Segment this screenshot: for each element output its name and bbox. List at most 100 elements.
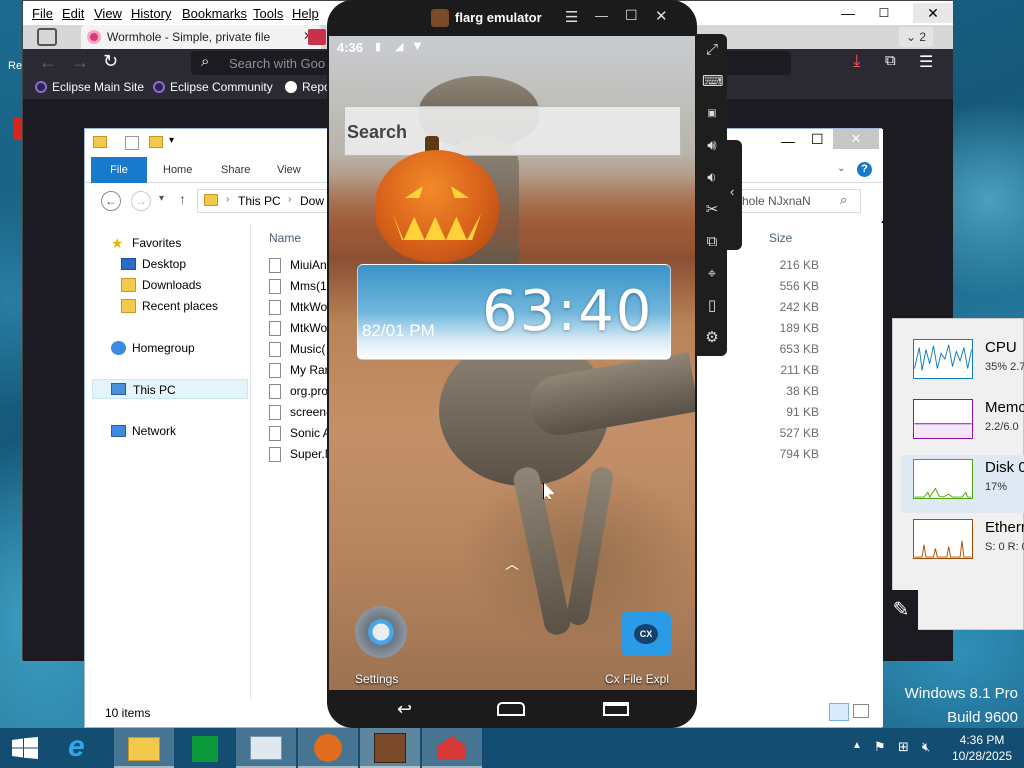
taskbar-wormhole[interactable] — [422, 728, 482, 768]
network-tray-icon[interactable]: ⊞ — [898, 739, 909, 755]
fullscreen-icon[interactable]: ⤢ — [702, 40, 722, 60]
clock-widget[interactable]: 63:40 82/01 PM — [357, 264, 671, 360]
column-header-name[interactable]: Name — [269, 231, 301, 245]
action-center-icon[interactable]: ⚑ — [874, 739, 886, 755]
taskbar-file-explorer[interactable] — [114, 728, 174, 768]
ribbon-tab-view[interactable]: View — [265, 157, 313, 183]
desktop-shortcut-icon[interactable] — [14, 118, 22, 140]
taskbar-clock[interactable]: 4:36 PM 10/28/2025 — [948, 732, 1016, 764]
tm-row-cpu[interactable]: CPU 35% 2.7 — [901, 335, 1024, 393]
explorer-search-box[interactable]: hole NJxnaN ⌕ — [735, 189, 861, 213]
android-screen[interactable]: 4:36 ▮ ◢ ▼ Search 63:40 82/01 PM ︿ Setti… — [329, 36, 695, 690]
app-settings[interactable]: Settings — [347, 602, 417, 690]
apk-install-icon[interactable]: ▣ — [702, 104, 722, 124]
show-hidden-icons-icon[interactable]: ▲ — [852, 740, 862, 751]
nav-homegroup[interactable]: Homegroup — [85, 338, 249, 358]
help-icon[interactable]: ? — [857, 162, 872, 177]
new-folder-icon[interactable] — [149, 136, 163, 148]
reload-icon[interactable]: ↻ — [103, 51, 118, 72]
taskbar-flarg-emulator[interactable] — [360, 728, 420, 768]
explorer-minimize-icon[interactable]: — — [781, 133, 795, 149]
tab-overview-icon[interactable] — [37, 28, 57, 46]
nav-desktop[interactable]: Desktop — [85, 254, 249, 274]
app-menu-icon[interactable]: ☰ — [919, 52, 933, 72]
keyboard-icon[interactable]: ⌨ — [702, 72, 724, 92]
up-icon[interactable]: ↑ — [179, 191, 186, 207]
nav-downloads[interactable]: Downloads — [85, 275, 249, 295]
screenshot-cut-icon[interactable]: ✂ — [702, 200, 722, 220]
menu-view[interactable]: View — [94, 6, 122, 21]
recent-locations-icon[interactable]: ▾ — [159, 193, 164, 204]
properties-icon[interactable] — [125, 136, 139, 150]
pdf-tab-icon[interactable] — [308, 29, 326, 45]
app-cx-file-explorer[interactable]: CX Cx File Expl — [599, 602, 695, 690]
volume-muted-icon[interactable]: 🔇︎ — [922, 739, 930, 755]
breadcrumb-thispc[interactable]: This PC — [238, 194, 281, 208]
nav-favorites[interactable]: ★ Favorites — [85, 233, 249, 253]
android-back-icon[interactable]: ↩ — [397, 699, 412, 720]
pumpkin-widget[interactable] — [375, 136, 499, 262]
nav-recent-places[interactable]: Recent places — [85, 296, 249, 316]
address-bar[interactable]: › This PC › Dow — [197, 189, 337, 213]
explorer-forward-icon[interactable]: → — [131, 191, 151, 211]
menu-bookmarks[interactable]: Bookmarks — [182, 6, 247, 21]
cx-file-explorer-icon: CX — [621, 612, 671, 656]
emulator-menu-icon[interactable]: ☰ — [565, 8, 578, 26]
wormhole-app-icon — [438, 736, 466, 760]
ribbon-tab-share[interactable]: Share — [209, 157, 262, 183]
column-header-size[interactable]: Size — [769, 231, 792, 245]
tm-row-disk[interactable]: Disk 0 17% — [901, 455, 1024, 513]
edit-pencil-icon[interactable]: ✎ — [884, 590, 918, 630]
ribbon-tab-home[interactable]: Home — [151, 157, 204, 183]
download-icon[interactable]: ⤓ — [853, 51, 861, 71]
bookmark-eclipse-community[interactable]: Eclipse Community — [153, 80, 273, 94]
forward-icon[interactable]: → — [71, 52, 89, 73]
back-icon[interactable]: ← — [39, 52, 57, 73]
menu-help[interactable]: Help — [292, 6, 319, 21]
shake-icon[interactable]: ▯ — [702, 296, 722, 316]
qat-dropdown-icon[interactable]: ▾ — [169, 135, 174, 146]
emulator-maximize-icon[interactable]: ☐ — [625, 7, 638, 24]
menu-tools[interactable]: Tools — [253, 6, 283, 21]
tm-row-memory[interactable]: Memo 2.2/6.0 — [901, 395, 1024, 453]
maximize-icon[interactable]: ☐ — [869, 3, 899, 23]
tab-list-button[interactable]: ⌄ 2 — [899, 27, 933, 47]
multi-instance-icon[interactable]: ⧉ — [702, 232, 722, 252]
android-recents-icon[interactable] — [603, 702, 629, 716]
details-view-icon[interactable] — [829, 703, 849, 721]
explorer-close-icon[interactable]: ✕ — [833, 129, 879, 149]
nav-network[interactable]: Network — [85, 421, 249, 441]
bookmark-eclipse-main[interactable]: Eclipse Main Site — [35, 80, 144, 94]
tm-row-ethernet[interactable]: Ethern S: 0 R: 0 — [901, 515, 1024, 573]
large-icons-view-icon[interactable] — [853, 704, 869, 718]
taskbar-pumpkin-app[interactable] — [298, 728, 358, 768]
menu-history[interactable]: History — [131, 6, 171, 21]
volume-down-icon[interactable]: 🔉︎ — [702, 168, 722, 188]
explorer-maximize-icon[interactable]: ☐ — [811, 131, 824, 148]
emulator-close-icon[interactable]: ✕ — [655, 7, 668, 25]
file-icon — [269, 384, 281, 399]
menu-edit[interactable]: Edit — [62, 6, 84, 21]
ribbon-expand-icon[interactable]: ⌄ — [837, 163, 845, 174]
nav-this-pc[interactable]: This PC — [92, 379, 248, 399]
start-button[interactable] — [0, 728, 52, 768]
ribbon-tab-file[interactable]: File — [91, 157, 147, 183]
tab-wormhole[interactable]: Wormhole - Simple, private file ✕ — [81, 25, 321, 49]
location-icon[interactable]: ⌖ — [702, 264, 722, 284]
app-drawer-arrow-icon[interactable]: ︿ — [505, 554, 519, 574]
extensions-icon[interactable]: ⧉ — [885, 52, 896, 69]
taskbar-task-manager[interactable] — [236, 728, 296, 768]
bookmark-repo[interactable]: Repo — [285, 80, 331, 94]
android-home-icon[interactable] — [497, 702, 525, 716]
breadcrumb-downloads[interactable]: Dow — [300, 194, 324, 208]
close-icon[interactable]: ✕ — [913, 3, 953, 23]
taskbar-store[interactable] — [174, 728, 234, 768]
volume-up-icon[interactable]: 🔊︎ — [702, 136, 722, 156]
settings-gear-icon[interactable]: ⚙ — [702, 328, 722, 348]
menu-file[interactable]: File — [32, 6, 53, 21]
emulator-minimize-icon[interactable]: — — [595, 8, 608, 23]
explorer-back-icon[interactable]: ← — [101, 191, 121, 211]
minimize-icon[interactable]: — — [833, 3, 863, 23]
taskbar-ie[interactable]: e — [54, 728, 114, 768]
collapse-toolbar-button[interactable]: ‹ — [726, 140, 742, 250]
